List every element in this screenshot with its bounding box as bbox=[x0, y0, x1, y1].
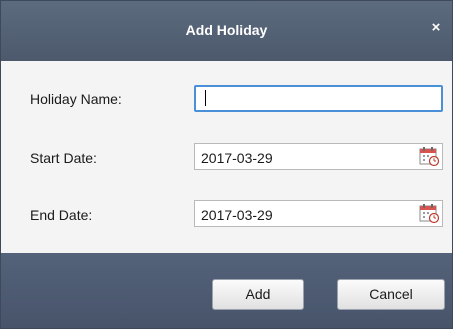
start-date-value: 2017-03-29 bbox=[201, 150, 273, 166]
add-button[interactable]: Add bbox=[212, 279, 304, 310]
calendar-icon[interactable] bbox=[418, 145, 440, 167]
end-date-label: End Date: bbox=[30, 207, 93, 223]
close-icon[interactable]: × bbox=[429, 20, 443, 36]
add-holiday-dialog: Add Holiday × Holiday Name: Start Date: … bbox=[0, 0, 453, 329]
holiday-name-label: Holiday Name: bbox=[30, 91, 122, 107]
start-date-label: Start Date: bbox=[30, 150, 97, 166]
text-caret bbox=[205, 90, 206, 106]
cancel-button[interactable]: Cancel bbox=[337, 279, 445, 310]
calendar-icon[interactable] bbox=[418, 202, 440, 224]
dialog-titlebar[interactable]: Add Holiday × bbox=[1, 1, 452, 61]
end-date-value: 2017-03-29 bbox=[201, 207, 273, 223]
holiday-name-input[interactable] bbox=[194, 85, 443, 112]
dialog-title: Add Holiday bbox=[185, 22, 268, 38]
